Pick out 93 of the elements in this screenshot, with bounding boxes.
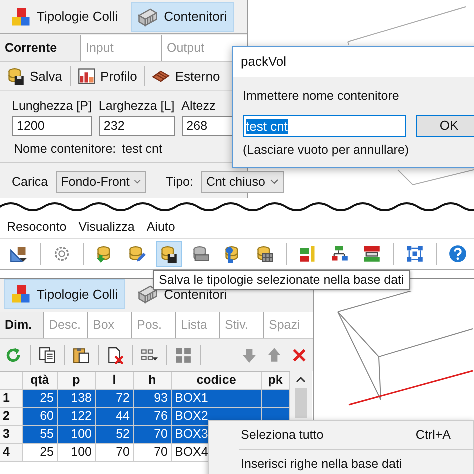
toolbar-button[interactable]: Salva: [4, 66, 66, 86]
table-cell: 122: [58, 408, 96, 426]
table-cell: 70: [134, 426, 172, 444]
menu-item[interactable]: Aiuto: [142, 218, 180, 236]
tab[interactable]: Tipologie Colli: [4, 279, 126, 309]
table-cell: 93: [134, 390, 172, 408]
container-name: test cnt: [122, 142, 162, 156]
input-field[interactable]: 1200: [12, 116, 92, 136]
table-cell: 70: [96, 444, 134, 462]
table-cell: 72: [96, 390, 134, 408]
database-save-icon: [160, 245, 178, 263]
toolbar-button[interactable]: Esterno: [149, 66, 224, 86]
bar-chart-icon: [78, 67, 96, 85]
refresh-button[interactable]: [5, 346, 22, 364]
column-header[interactable]: pk: [262, 372, 290, 390]
input-field[interactable]: test cnt: [243, 115, 406, 137]
field-label: Larghezza [L]: [98, 99, 175, 113]
menu-item[interactable]: Visualizza: [74, 218, 139, 236]
table-cell: 70: [134, 444, 172, 462]
table-cell: 25: [23, 390, 58, 408]
column-header[interactable]: h: [134, 372, 172, 390]
ruler-weight-icon: [10, 245, 28, 263]
paste-button[interactable]: [72, 346, 90, 364]
cubes-icon: [11, 6, 31, 26]
database-icon: [192, 245, 210, 263]
field-label: Altezz: [182, 99, 217, 113]
arrow-down-icon: [241, 346, 258, 364]
delete-row-button[interactable]: [106, 346, 124, 364]
table-cell: 60: [23, 408, 58, 426]
database-save-icon: [7, 67, 25, 85]
paste-icon: [72, 346, 90, 364]
table-cell: 55: [23, 426, 58, 444]
table-cell: 44: [96, 408, 134, 426]
arrow-up-icon: [266, 346, 283, 364]
row-header[interactable]: 1: [0, 390, 23, 408]
field-label: Carica: [12, 175, 48, 189]
table-cell: BOX1: [172, 390, 262, 408]
row-header[interactable]: 3: [0, 426, 23, 444]
tab[interactable]: Dim.: [0, 312, 43, 338]
type-dropdown[interactable]: Cnt chiuso: [201, 171, 284, 193]
column-header[interactable]: l: [96, 372, 134, 390]
grid-dropdown-icon: [140, 346, 158, 364]
table-cell: 52: [96, 426, 134, 444]
scroll-up-icon: [296, 376, 306, 384]
grid-dropdown-button[interactable]: [140, 346, 158, 364]
grid-icon: [174, 346, 192, 364]
load-dropdown[interactable]: Fondo-Front: [56, 171, 146, 193]
menu-item[interactable]: Resoconto: [3, 218, 71, 236]
row-header[interactable]: 2: [0, 408, 23, 426]
close-button[interactable]: [291, 346, 308, 364]
cubes-icon: [11, 284, 31, 304]
toolbar-button[interactable]: Profilo: [74, 66, 140, 86]
scroll-thumb[interactable]: [295, 388, 307, 418]
hint-text: (Lasciare vuoto per annullare): [242, 142, 410, 157]
ok-button[interactable]: OK: [416, 115, 474, 137]
column-header[interactable]: p: [58, 372, 96, 390]
network-icon: [406, 245, 424, 263]
table-cell: 100: [58, 426, 96, 444]
tooltip: Salva le tipologie selezionate nella base dati: [153, 270, 410, 290]
container-icon: [138, 284, 158, 304]
refresh-icon: [5, 346, 22, 364]
window-title: packVol: [233, 47, 474, 77]
field-label: Tipo:: [166, 175, 194, 189]
tab[interactable]: Contenitori: [131, 2, 234, 32]
copy-icon: [38, 346, 56, 364]
field-label: Nome contenitore:: [14, 142, 116, 156]
layers-icon: [363, 245, 381, 263]
container-icon: [138, 6, 158, 26]
copy-button[interactable]: [38, 346, 56, 364]
database-save-button[interactable]: [156, 241, 182, 267]
table-cell: 100: [58, 444, 96, 462]
input-field[interactable]: 232: [98, 116, 175, 136]
tree-diagram-icon: [331, 245, 349, 263]
column-header[interactable]: codice: [172, 372, 262, 390]
table-cell: 25: [23, 444, 58, 462]
database-grid-icon: [256, 245, 274, 263]
tab[interactable]: Corrente: [0, 35, 80, 61]
column-header[interactable]: qtà: [23, 372, 58, 390]
delete-row-icon: [106, 346, 124, 364]
grid-button[interactable]: [174, 346, 192, 364]
blocks-icon: [299, 245, 317, 263]
close-icon: [291, 346, 308, 364]
caret-icon: [270, 179, 279, 185]
help-icon: [449, 245, 467, 263]
prompt-text: Immettere nome contenitore: [242, 88, 400, 103]
row-header[interactable]: 4: [0, 444, 23, 462]
database-pencil-icon: [128, 245, 146, 263]
table-cell: 76: [134, 408, 172, 426]
table-cell: 138: [58, 390, 96, 408]
caret-icon: [134, 179, 142, 185]
tab[interactable]: Tipologie Colli: [4, 2, 126, 32]
field-label: Lunghezza [P]: [12, 99, 92, 113]
gear-icon: [53, 245, 71, 263]
